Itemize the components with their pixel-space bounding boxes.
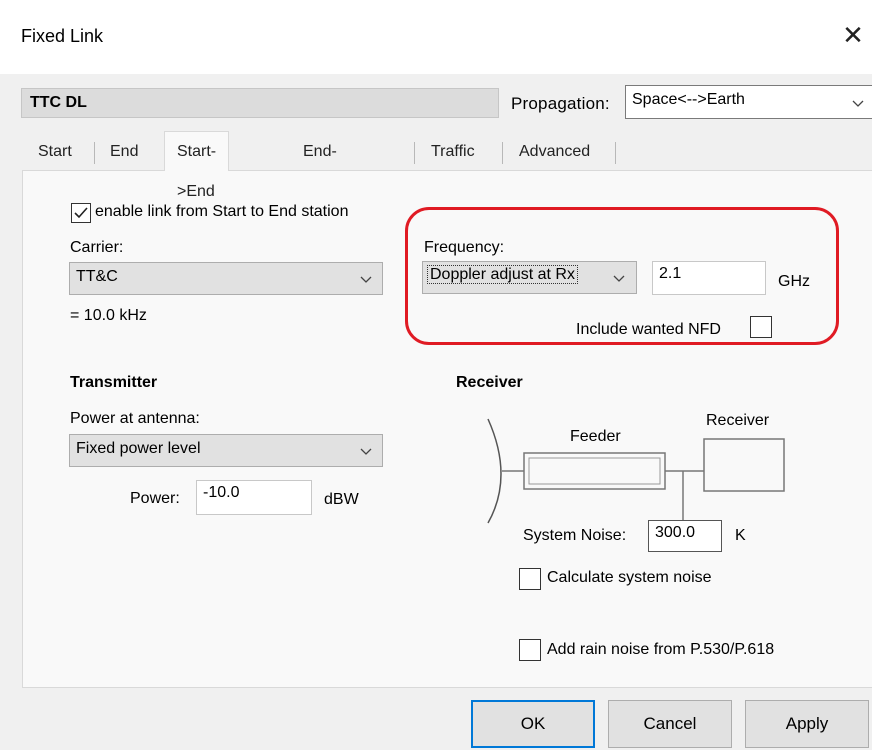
calc-noise-label[interactable]: Calculate system noise: [547, 569, 712, 587]
include-nfd-checkbox[interactable]: [750, 316, 772, 338]
tab-end[interactable]: End: [110, 134, 138, 170]
link-name-field: TTC DL: [21, 88, 499, 118]
antenna-dish-icon: [487, 418, 502, 524]
chevron-down-icon: [613, 275, 625, 282]
chevron-down-icon: [360, 276, 372, 283]
tab-separator: [414, 142, 415, 164]
enable-link-checkbox[interactable]: [71, 203, 91, 223]
title-bar: Fixed Link ✕: [0, 0, 872, 74]
power-mode-value: Fixed power level: [76, 440, 201, 457]
include-nfd-label[interactable]: Include wanted NFD: [576, 321, 721, 339]
tab-traffic[interactable]: Traffic: [431, 134, 475, 170]
rain-noise-checkbox[interactable]: [519, 639, 541, 661]
frequency-unit: GHz: [778, 273, 810, 290]
tab-separator: [615, 142, 616, 164]
propagation-select[interactable]: Space<-->Earth: [625, 85, 872, 119]
window-title: Fixed Link: [21, 26, 104, 46]
apply-button[interactable]: Apply: [745, 700, 869, 748]
tab-advanced[interactable]: Advanced: [519, 134, 590, 170]
receiver-heading: Receiver: [456, 374, 523, 391]
system-noise-unit: K: [735, 527, 746, 544]
rain-noise-label[interactable]: Add rain noise from P.530/P.618: [547, 641, 774, 659]
tab-start-to-end[interactable]: Start->End: [164, 131, 230, 200]
system-noise-input[interactable]: 300.0: [648, 520, 722, 552]
frequency-label: Frequency:: [424, 239, 505, 256]
enable-link-label[interactable]: enable link from Start to End station: [95, 203, 348, 221]
chevron-down-icon: [360, 448, 372, 455]
carrier-label: Carrier:: [70, 239, 124, 256]
frequency-mode-value: Doppler adjust at Rx: [427, 265, 578, 284]
power-at-antenna-label: Power at antenna:: [70, 410, 200, 427]
receiver-block: [703, 438, 785, 492]
ok-button[interactable]: OK: [471, 700, 595, 748]
propagation-label: Propagation:: [511, 94, 610, 113]
tab-separator: [94, 142, 95, 164]
transmitter-heading: Transmitter: [70, 374, 158, 391]
power-label: Power:: [130, 490, 180, 507]
frequency-input[interactable]: 2.1: [652, 261, 766, 295]
propagation-value: Space<-->Earth: [632, 91, 745, 108]
power-mode-select[interactable]: Fixed power level: [69, 434, 383, 467]
close-icon[interactable]: ✕: [838, 20, 868, 50]
frequency-mode-select[interactable]: Doppler adjust at Rx: [422, 261, 637, 294]
tab-start[interactable]: Start: [38, 134, 72, 170]
checkmark-icon: [74, 207, 88, 219]
power-input[interactable]: -10.0: [196, 480, 312, 515]
calc-noise-checkbox[interactable]: [519, 568, 541, 590]
carrier-value: TT&C: [76, 268, 118, 285]
cancel-button[interactable]: Cancel: [608, 700, 732, 748]
diagram-feeder-label: Feeder: [570, 428, 621, 445]
chevron-down-icon: [852, 100, 864, 107]
feeder-block-inner: [528, 457, 661, 485]
system-noise-label: System Noise:: [523, 527, 627, 544]
bandwidth-text: = 10.0 kHz: [70, 307, 147, 324]
diagram-receiver-label: Receiver: [706, 412, 770, 429]
power-unit: dBW: [324, 491, 359, 508]
tab-separator: [502, 142, 503, 164]
tab-end-to-start[interactable]: End->Start: [303, 134, 346, 196]
carrier-select[interactable]: TT&C: [69, 262, 383, 295]
